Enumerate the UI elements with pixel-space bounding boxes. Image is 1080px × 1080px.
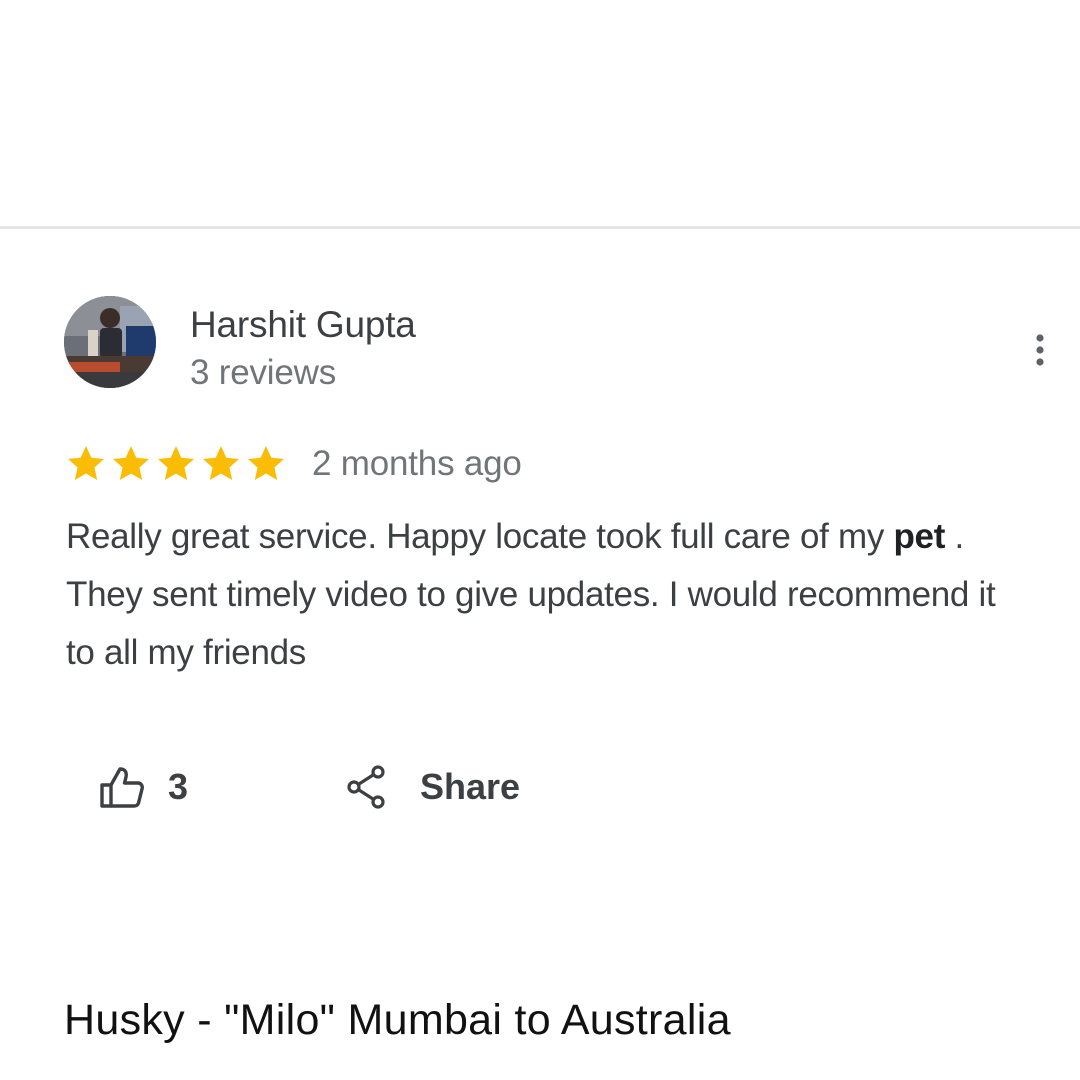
- like-button[interactable]: 3: [98, 760, 188, 814]
- reviewer-name[interactable]: Harshit Gupta: [190, 304, 416, 346]
- more-vertical-icon: [1036, 334, 1044, 366]
- review-date: 2 months ago: [312, 444, 522, 483]
- reviewer-review-count[interactable]: 3 reviews: [190, 353, 336, 393]
- review-text-part1: Really great service. Happy locate took …: [66, 517, 894, 556]
- rating-row: 2 months ago: [64, 440, 522, 488]
- more-options-button[interactable]: [1022, 328, 1058, 372]
- star-icon: [68, 446, 104, 480]
- star-icon: [203, 446, 239, 480]
- share-button[interactable]: Share: [346, 760, 520, 814]
- star-icon: [113, 446, 149, 480]
- avatar[interactable]: [64, 296, 156, 388]
- star-rating: [64, 442, 288, 486]
- caption: Husky - "Milo" Mumbai to Australia: [64, 996, 731, 1044]
- review-text-highlight: pet: [893, 517, 946, 556]
- top-blank-area: [0, 0, 1080, 226]
- share-label: Share: [420, 766, 521, 807]
- like-count: 3: [168, 766, 189, 807]
- divider: [0, 226, 1080, 229]
- review-text: Really great service. Happy locate took …: [66, 508, 1026, 682]
- thumbs-up-icon: [100, 767, 144, 808]
- avatar-photo: [64, 296, 156, 388]
- share-icon: [347, 765, 385, 809]
- star-icon: [158, 446, 194, 480]
- star-icon: [248, 446, 284, 480]
